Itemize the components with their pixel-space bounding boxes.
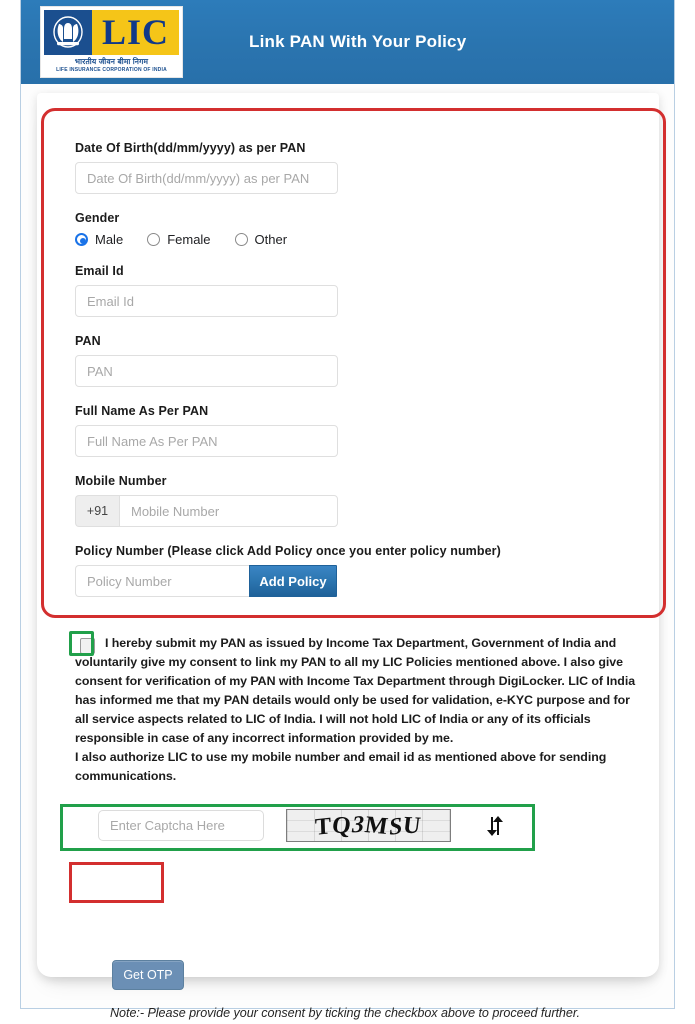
captcha-image: TQ3MSU xyxy=(286,809,451,842)
form-card: Date Of Birth(dd/mm/yyyy) as per PAN Gen… xyxy=(37,93,659,1020)
policy-number-input[interactable] xyxy=(75,565,249,597)
lic-logo: LIC भारतीय जीवन बीमा निगम LIFE INSURANCE… xyxy=(40,6,183,78)
form-body: Date Of Birth(dd/mm/yyyy) as per PAN Gen… xyxy=(75,141,635,614)
page-header: LIC भारतीय जीवन बीमा निगम LIFE INSURANCE… xyxy=(21,0,674,84)
field-pan: PAN xyxy=(75,334,635,387)
mobile-row: +91 xyxy=(75,495,635,527)
full-name-input[interactable] xyxy=(75,425,338,457)
captcha-refresh-icon[interactable] xyxy=(479,813,507,839)
email-input[interactable] xyxy=(75,285,338,317)
radio-other-icon[interactable] xyxy=(234,233,248,246)
gender-option-male-label: Male xyxy=(95,232,124,247)
field-email: Email Id xyxy=(75,264,635,317)
lic-logo-hindi-text: भारतीय जीवन बीमा निगम xyxy=(74,57,149,66)
consent-paragraph-1: I hereby submit my PAN as issued by Inco… xyxy=(75,636,636,745)
radio-male-icon[interactable] xyxy=(75,233,88,246)
pan-input[interactable] xyxy=(75,355,338,387)
captcha-image-text: TQ3MSU xyxy=(315,811,424,841)
lic-hands-emblem-icon xyxy=(44,10,92,55)
captcha-row: TQ3MSU xyxy=(83,803,535,848)
gender-option-other[interactable]: Other xyxy=(234,232,288,247)
field-mobile: Mobile Number +91 xyxy=(75,474,635,527)
add-policy-button[interactable]: Add Policy xyxy=(249,565,337,597)
lic-wordmark: LIC xyxy=(92,10,179,55)
gender-option-female-label: Female xyxy=(167,232,211,247)
field-dob: Date Of Birth(dd/mm/yyyy) as per PAN xyxy=(75,141,635,194)
consent-checkbox[interactable] xyxy=(80,638,95,654)
consent-paragraph-2: I also authorize LIC to use my mobile nu… xyxy=(75,750,607,783)
field-full-name: Full Name As Per PAN xyxy=(75,404,635,457)
pan-label: PAN xyxy=(75,334,101,348)
email-label: Email Id xyxy=(75,264,124,278)
consent-note: Note:- Please provide your consent by ti… xyxy=(110,1006,580,1020)
mobile-input[interactable] xyxy=(119,495,338,527)
full-name-label: Full Name As Per PAN xyxy=(75,404,209,418)
gender-option-male[interactable]: Male xyxy=(75,232,123,247)
dob-label: Date Of Birth(dd/mm/yyyy) as per PAN xyxy=(75,141,306,155)
mobile-label: Mobile Number xyxy=(75,474,167,488)
field-gender: Gender Male Female Other xyxy=(75,211,635,247)
gender-option-other-label: Other xyxy=(254,232,288,247)
page-root: LIC भारतीय जीवन बीमा निगम LIFE INSURANCE… xyxy=(0,0,695,1024)
dob-input[interactable] xyxy=(75,162,338,194)
page-title: Link PAN With Your Policy xyxy=(249,32,467,51)
get-otp-button[interactable]: Get OTP xyxy=(112,960,184,990)
lic-logo-english-text: LIFE INSURANCE CORPORATION OF INDIA xyxy=(56,67,167,73)
policy-row: Add Policy xyxy=(75,565,635,597)
radio-female-icon[interactable] xyxy=(147,233,161,246)
policy-label: Policy Number (Please click Add Policy o… xyxy=(75,544,501,558)
lic-logo-top: LIC xyxy=(44,10,179,55)
gender-label: Gender xyxy=(75,211,120,225)
gender-option-female[interactable]: Female xyxy=(147,232,211,247)
consent-block: I hereby submit my PAN as issued by Inco… xyxy=(75,634,645,786)
captcha-input[interactable] xyxy=(98,810,264,841)
field-policy: Policy Number (Please click Add Policy o… xyxy=(75,544,635,597)
gender-radio-group: Male Female Other xyxy=(75,232,635,247)
country-code-prefix: +91 xyxy=(75,495,119,527)
